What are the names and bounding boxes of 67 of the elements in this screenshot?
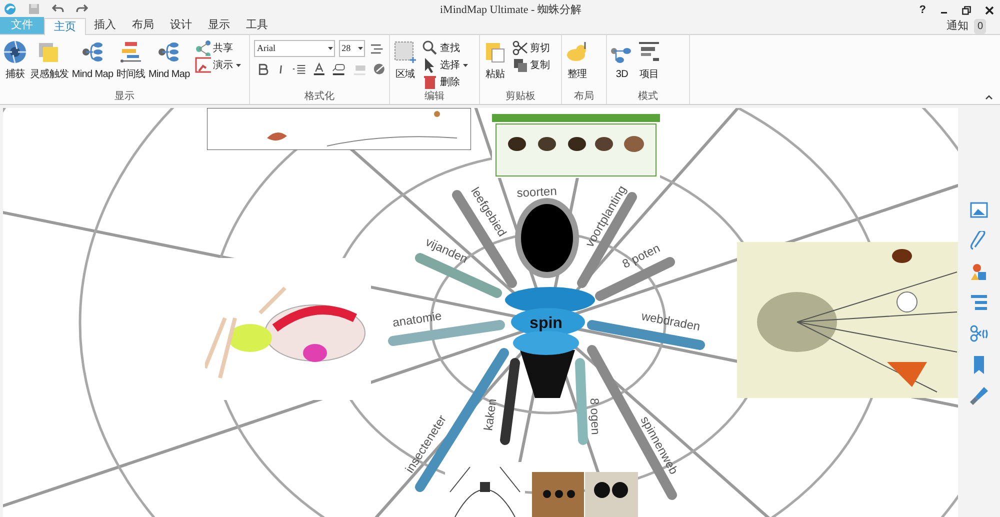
ribbon-button[interactable]: Mind Map: [147, 40, 191, 82]
brush-icon: [565, 40, 589, 64]
bold-icon[interactable]: [257, 62, 270, 76]
ribbon-tab[interactable]: 设计: [162, 17, 200, 34]
group-label: 布局: [574, 90, 594, 104]
help-button[interactable]: ?: [919, 2, 926, 18]
font-field[interactable]: Arial: [254, 40, 335, 57]
group-label: 显示: [114, 90, 134, 104]
ribbon-button[interactable]: 删除: [422, 74, 469, 90]
caret-icon: [326, 45, 334, 52]
align-icon[interactable]: [292, 62, 306, 76]
ribbon-button[interactable]: 灵感触发: [29, 40, 70, 82]
notification-count-badge: 0: [974, 18, 986, 34]
shutter-icon: [3, 40, 27, 64]
restore-icon[interactable]: [962, 6, 971, 15]
timeline-icon: [118, 40, 143, 64]
group-label: 格式化: [304, 90, 334, 104]
shape-outline-icon[interactable]: [332, 62, 346, 76]
trash-icon: [422, 74, 438, 90]
window-title: iMindMap Ultimate - 蜘蛛分解: [440, 2, 582, 18]
list-icon[interactable]: [969, 293, 989, 313]
ribbon-button[interactable]: 时间线: [115, 40, 146, 82]
app-logo-icon: [4, 3, 16, 15]
ribbon-tab[interactable]: 工具: [238, 17, 276, 34]
mind-map-icon: [80, 40, 105, 64]
ribbon-button[interactable]: 共享: [194, 40, 242, 56]
font-size-field[interactable]: 28: [338, 40, 366, 57]
copy-icon: [512, 57, 528, 73]
scissors-icon: [512, 40, 528, 56]
ribbon-button[interactable]: 复制: [512, 57, 550, 73]
region-icon: [393, 40, 417, 64]
ribbon-button[interactable]: Mind Map: [70, 40, 114, 82]
ribbon-button[interactable]: 项目: [636, 40, 662, 82]
mind-map-icon: [157, 40, 182, 64]
ribbon-tab[interactable]: 显示: [200, 17, 238, 34]
undo-icon[interactable]: [52, 4, 64, 14]
brush-icon[interactable]: [969, 386, 989, 406]
ribbon-button[interactable]: 捕获: [2, 40, 28, 82]
share-icon: [194, 40, 211, 56]
ribbon-button[interactable]: 区域: [392, 40, 418, 82]
notification-label[interactable]: 通知: [946, 18, 968, 34]
ribbon-tab[interactable]: 布局: [124, 17, 162, 34]
scissors-braces-icon[interactable]: [969, 324, 989, 344]
search-icon: [422, 40, 438, 56]
ribbon-button[interactable]: 3D: [609, 40, 635, 82]
group-label: 编辑: [424, 90, 444, 104]
presentation-icon: [194, 57, 211, 73]
ribbon-tab[interactable]: 插入: [86, 17, 124, 34]
palette-icon[interactable]: [372, 62, 385, 76]
clipboard-icon: [483, 40, 507, 64]
shapes-icon[interactable]: [969, 262, 989, 282]
close-icon[interactable]: [985, 6, 994, 15]
font-color-icon[interactable]: [313, 62, 326, 76]
image-icon[interactable]: [969, 200, 989, 220]
ribbon-button[interactable]: 选择: [422, 57, 469, 73]
ribbon-button[interactable]: 查找: [422, 40, 469, 56]
group-label: 剪贴板: [506, 90, 536, 104]
redo-icon[interactable]: [76, 4, 88, 14]
bars-icon: [637, 40, 661, 64]
ribbon-button[interactable]: 演示: [194, 57, 242, 73]
ribbon-tab[interactable]: 主页: [44, 18, 86, 35]
ribbon-button[interactable]: 粘贴: [482, 40, 508, 82]
collapse-ribbon-icon[interactable]: [985, 94, 993, 100]
ribbon-button[interactable]: 剪切: [512, 40, 550, 56]
ribbon-button[interactable]: 整理: [564, 40, 590, 82]
group-label: 模式: [638, 90, 658, 104]
caret-icon: [357, 45, 364, 52]
